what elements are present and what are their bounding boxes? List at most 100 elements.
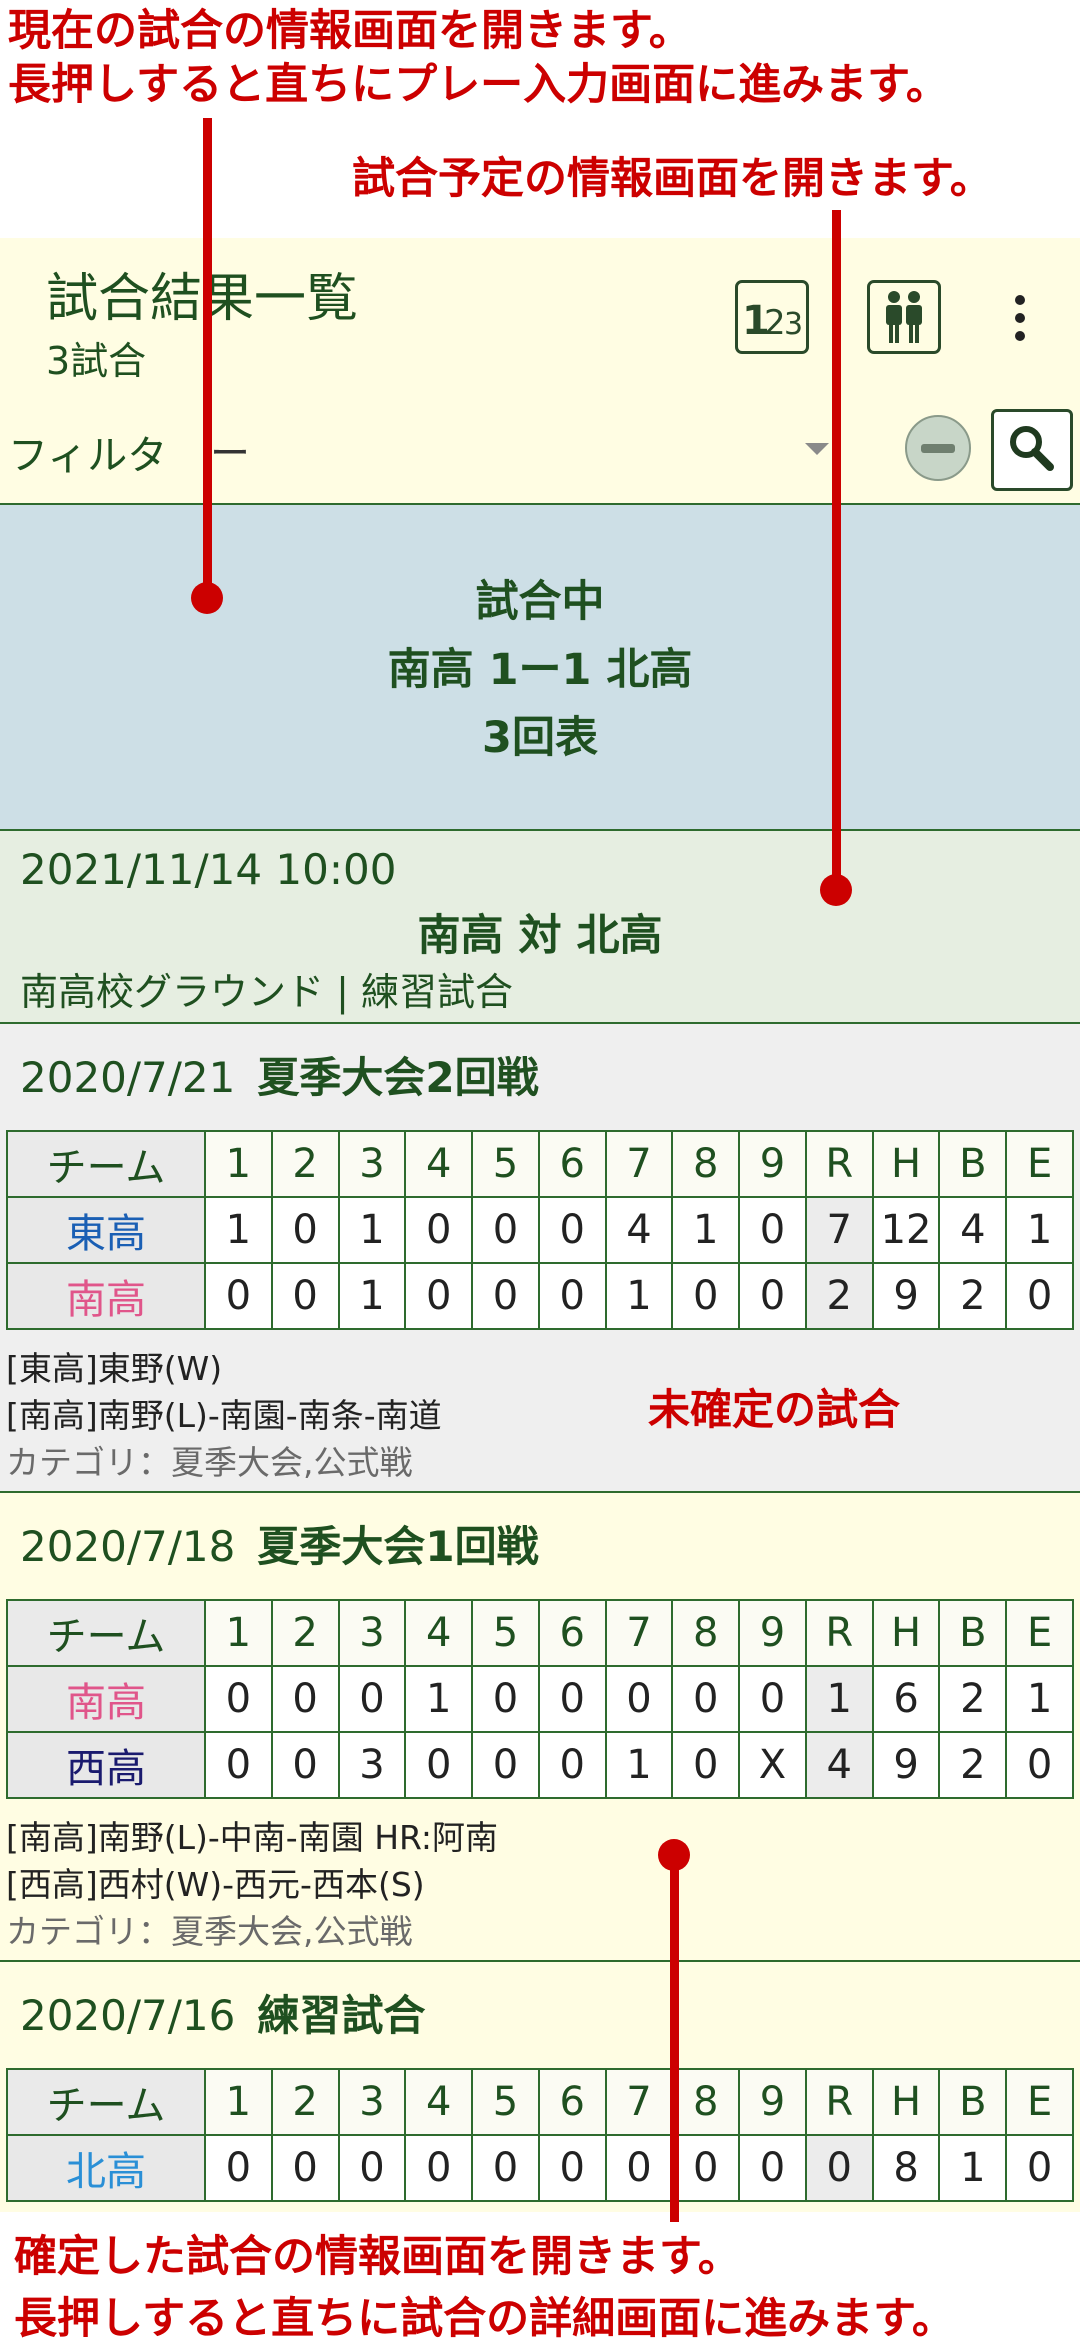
score-cell: 0	[270, 1665, 340, 1733]
game-card-confirmed[interactable]: 2020/7/18 夏季大会1回戦 チーム 1 2 3 4 5 6 7 8 9 R…	[0, 1493, 1080, 1962]
score-cell: 0	[404, 1196, 474, 1264]
scoreboard-header-row: チーム 1 2 3 4 5 6 7 8 9 R H B E	[6, 2068, 1074, 2136]
header-inning: 9	[738, 2068, 807, 2136]
score-cell: 0	[671, 1665, 741, 1733]
score-cell: 0	[671, 2134, 741, 2202]
clear-filter-button[interactable]	[905, 415, 971, 481]
game-date: 2020/7/18	[20, 1522, 236, 1571]
team-name: 南高	[6, 1262, 206, 1330]
search-icon	[1010, 426, 1054, 471]
score-row: 北高 0 0 0 0 0 0 0 0 0 0 8 1 0	[6, 2134, 1074, 2202]
score-cell: 0	[204, 1262, 273, 1330]
score-cell: 0	[604, 1665, 674, 1733]
header-inning: 7	[604, 2068, 674, 2136]
score-cell: 0	[537, 2134, 607, 2202]
score-cell-errors: 1	[1005, 1196, 1074, 1264]
game-name: 練習試合	[257, 1991, 426, 2040]
score-cell-hits: 9	[871, 1262, 941, 1330]
team-name: 東高	[6, 1196, 206, 1264]
category-line: カテゴリ：夏季大会,公式戦	[6, 1912, 413, 1951]
pointer-line-current-game	[203, 118, 212, 600]
annotation-current-game-line2: 長押しすると直ちにプレー入力画面に進みます。	[8, 60, 949, 110]
header-inning: 3	[337, 1599, 407, 1667]
scoreboard-table: チーム 1 2 3 4 5 6 7 8 9 R H B E 南高 0 0 0 1…	[6, 1599, 1074, 1799]
svg-text:3: 3	[784, 307, 803, 342]
score-cell: 4	[604, 1196, 674, 1264]
score-cell: 0	[537, 1196, 607, 1264]
score-cell: 0	[471, 2134, 540, 2202]
dropdown-arrow-icon[interactable]	[805, 443, 829, 455]
game-card-unconfirmed[interactable]: 2020/7/21 夏季大会2回戦 チーム 1 2 3 4 5 6 7 8 9 R…	[0, 1024, 1080, 1493]
score-cell-runs: 0	[804, 2134, 874, 2202]
players-button[interactable]	[867, 280, 941, 354]
score-cell: 0	[270, 1262, 340, 1330]
annotation-current-game-line1: 現在の試合の情報画面を開きます。	[8, 6, 692, 56]
pointer-line-scheduled-game	[832, 210, 841, 890]
scoreboard-123-button[interactable]: 1 2 3	[735, 280, 809, 354]
score-cell-runs: 4	[804, 1731, 874, 1799]
header-team: チーム	[6, 2068, 206, 2136]
score-cell-runs: 7	[804, 1196, 874, 1264]
header-inning: 4	[404, 2068, 474, 2136]
team-name: 北高	[6, 2134, 206, 2202]
pointer-line-confirmed-game	[670, 1854, 679, 2222]
current-game-card[interactable]: 試合中 南高 1ー1 北高 3回表	[0, 505, 1080, 831]
header-runs: R	[804, 2068, 874, 2136]
score-cell: 0	[471, 1731, 540, 1799]
filter-bar: フィルタ ー	[0, 393, 1080, 505]
score-cell-hits: 8	[871, 2134, 941, 2202]
header-inning: 3	[337, 1130, 407, 1198]
team-name: 西高	[6, 1731, 206, 1799]
score-cell-errors: 0	[1005, 2134, 1074, 2202]
scheduled-game-card[interactable]: 2021/11/14 10:00 南高 対 北高 南高校グラウンド | 練習試合	[0, 831, 1080, 1024]
score-cell: 0	[270, 1196, 340, 1264]
score-cell: 0	[204, 2134, 273, 2202]
page-title: 試合結果一覧	[46, 269, 359, 329]
annotation-confirmed-game-line2: 長押しすると直ちに試合の詳細画面に進みます。	[14, 2294, 955, 2344]
game-card-confirmed[interactable]: 2020/7/16 練習試合 チーム 1 2 3 4 5 6 7 8 9 R H …	[0, 1962, 1080, 2212]
header-errors: E	[1005, 1599, 1074, 1667]
header-inning: 2	[270, 2068, 340, 2136]
filter-select[interactable]: ー	[210, 421, 250, 479]
score-row: 南高 0 0 0 1 0 0 0 0 0 1 6 2 1	[6, 1665, 1074, 1733]
game-date: 2020/7/16	[20, 1991, 236, 2040]
score-cell: 0	[204, 1665, 273, 1733]
pitchers-line: [南高]南野(L)-南園-南条-南道	[6, 1396, 442, 1435]
header-team: チーム	[6, 1130, 206, 1198]
score-cell: 0	[537, 1262, 607, 1330]
more-vert-icon[interactable]	[1005, 292, 1035, 344]
score-cell: 0	[671, 1262, 741, 1330]
score-cell-runs: 1	[804, 1665, 874, 1733]
header-inning: 6	[537, 1599, 607, 1667]
score-cell-walks: 2	[938, 1665, 1008, 1733]
header-walks: B	[938, 2068, 1008, 2136]
game-count: 3試合	[46, 339, 147, 383]
score-cell: 0	[337, 1665, 407, 1733]
score-row: 南高 0 0 1 0 0 0 1 0 0 2 9 2 0	[6, 1262, 1074, 1330]
players-icon	[886, 291, 922, 343]
pitchers-line: [東高]東野(W)	[6, 1349, 223, 1388]
header-inning: 3	[337, 2068, 407, 2136]
score-cell: 0	[738, 1665, 807, 1733]
header-inning: 1	[204, 2068, 273, 2136]
filter-label: フィルタ	[8, 433, 168, 479]
score-cell: 0	[537, 1731, 607, 1799]
game-header: 2020/7/18 夏季大会1回戦	[20, 1513, 539, 1574]
score-cell-runs: 2	[804, 1262, 874, 1330]
header-inning: 5	[471, 2068, 540, 2136]
scoreboard-table: チーム 1 2 3 4 5 6 7 8 9 R H B E 北高 0 0 0 0…	[6, 2068, 1074, 2202]
header-hits: H	[871, 1130, 941, 1198]
scoreboard-123-icon: 1 2 3	[742, 298, 803, 342]
header-inning: 4	[404, 1599, 474, 1667]
header-inning: 8	[671, 2068, 741, 2136]
search-button[interactable]	[991, 409, 1073, 491]
score-cell: 0	[738, 1196, 807, 1264]
score-cell: 0	[270, 2134, 340, 2202]
header-walks: B	[938, 1599, 1008, 1667]
header-inning: 9	[738, 1130, 807, 1198]
score-cell: 0	[738, 1262, 807, 1330]
header-inning: 4	[404, 1130, 474, 1198]
header-inning: 8	[671, 1599, 741, 1667]
scheduled-game-title: 南高 対 北高	[417, 911, 663, 961]
header-inning: 1	[204, 1599, 273, 1667]
